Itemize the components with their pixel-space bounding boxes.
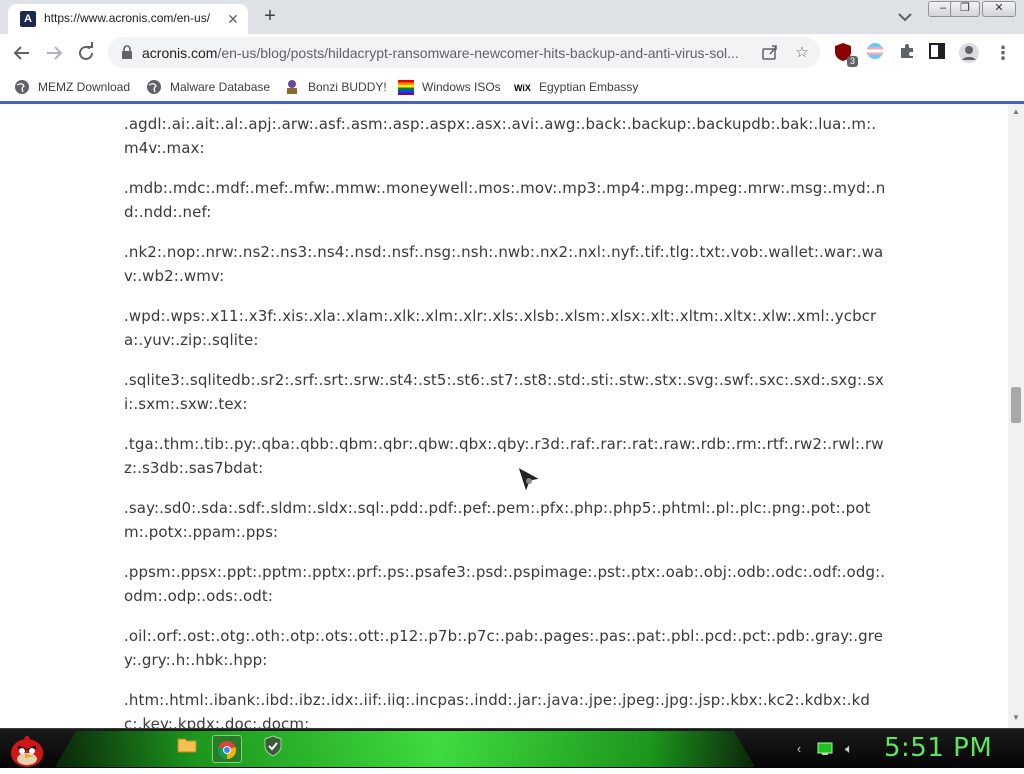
tab-strip: A https://www.acronis.com/en-us/ ✕ + – ❐… [0,0,1024,34]
extensions-puzzle-icon[interactable] [896,42,918,64]
side-panel-icon[interactable] [926,42,948,64]
tab-title: https://www.acronis.com/en-us/ [44,11,211,25]
tab-close-icon[interactable]: ✕ [224,10,242,28]
taskbar-glow [55,731,755,767]
browser-toolbar: acronis.com/en-us/blog/posts/hildacrypt-… [0,34,1024,72]
bookmark-memz-download[interactable]: MEMZ Download [14,77,130,95]
page-viewport[interactable]: .agdl:.ai:.ait:.al:.apj:.arw:.asf:.asm:.… [0,104,1008,728]
extension-list-paragraph: .mdb:.mdc:.mdf:.mef:.mfw:.mmw:.moneywell… [124,179,886,221]
ublock-extension-icon[interactable]: 3 [832,42,858,67]
extension-list-paragraph: .nk2:.nop:.nrw:.ns2:.ns3:.ns4:.nsd:.nsf:… [124,243,884,285]
bookmark-windows-isos[interactable]: Windows ISOs [398,77,501,95]
extension-list-paragraph: .ppsm:.ppsx:.ppt:.pptm:.pptx:.prf:.ps:.p… [124,563,886,605]
mouse-cursor-icon [516,465,542,495]
acronis-favicon-icon: A [20,11,36,27]
scroll-thumb[interactable] [1011,387,1021,423]
extension-list-paragraph: .tga:.thm:.tib:.py:.qba:.qbb:.qbm:.qbr:.… [124,435,884,477]
chrome-taskbar-icon[interactable] [212,735,242,763]
taskbar: ‹ 🔈︎ 5:51 PM [0,728,1024,768]
new-tab-button[interactable]: + [258,5,282,29]
share-icon[interactable] [760,43,780,63]
tab-acronis[interactable]: A https://www.acronis.com/en-us/ ✕ [8,4,248,34]
globe-icon [14,79,30,95]
scroll-up-arrow-icon[interactable]: ▲ [1012,108,1020,116]
lock-icon[interactable] [120,45,134,59]
extension-list-paragraph: .sqlite3:.sqlitedb:.sr2:.srf:.srt:.srw:.… [124,371,884,413]
article-content: .agdl:.ai:.ait:.al:.apj:.arw:.asf:.asm:.… [124,112,888,728]
taskbar-clock[interactable]: 5:51 PM [884,733,992,763]
address-bar[interactable]: acronis.com/en-us/blog/posts/hildacrypt-… [108,37,820,68]
extension-list-paragraph: .wpd:.wps:.x11:.x3f:.xis:.xla:.xlam:.xlk… [124,307,877,349]
start-button-angry-bird-icon[interactable] [6,729,48,769]
globe-icon [146,79,162,95]
bookmark-bonzi-buddy[interactable]: Bonzi BUDDY! [284,77,387,95]
bookmark-malware-database[interactable]: Malware Database [146,77,270,95]
network-icon[interactable] [816,735,834,763]
bookmark-egyptian-embassy[interactable]: WiX Egyptian Embassy [514,77,638,95]
scroll-down-arrow-icon[interactable]: ▼ [1012,714,1020,722]
profile-avatar-icon[interactable] [958,42,980,64]
trans-flag-extension-icon[interactable] [864,42,886,64]
extension-badge: 3 [846,56,858,67]
windows-flag-icon [398,79,414,95]
extension-list-paragraph: .say:.sd0:.sda:.sdf:.sldm:.sldx:.sql:.pd… [124,499,871,541]
wix-icon: WiX [514,82,531,93]
tray-chevron-icon[interactable]: ‹ [790,735,808,763]
url-text[interactable]: acronis.com/en-us/blog/posts/hildacrypt-… [142,45,762,61]
tab-search-chevron-icon[interactable] [894,7,916,27]
reload-button[interactable] [72,39,100,67]
back-button[interactable] [8,39,36,67]
extension-list-paragraph: .oil:.orf:.ost:.otg:.oth:.otp:.ots:.ott:… [124,627,884,669]
vertical-scrollbar[interactable]: ▲ ▼ [1008,104,1024,728]
url-domain: acronis.com [142,45,218,61]
extension-list-paragraph: .htm:.html:.ibank:.ibd:.ibz:.idx:.iif:.i… [124,691,871,728]
restore-button[interactable]: ❐ [950,1,980,17]
bookmark-star-icon[interactable]: ☆ [792,43,812,63]
menu-kebab-icon[interactable]: ⋮ [992,42,1014,64]
bonzi-icon [284,79,300,95]
defender-shield-icon[interactable] [258,735,288,763]
close-window-button[interactable]: ✕ [982,1,1016,17]
bookmarks-bar: MEMZ Download Malware Database Bonzi BUD… [0,72,1024,100]
url-path: /en-us/blog/posts/hildacrypt-ransomware-… [217,45,739,61]
forward-button[interactable] [40,39,68,67]
file-explorer-icon[interactable] [172,735,202,763]
volume-icon[interactable]: 🔈︎ [840,735,858,763]
extension-list-paragraph: .agdl:.ai:.ait:.al:.apj:.arw:.asf:.asm:.… [124,115,877,157]
